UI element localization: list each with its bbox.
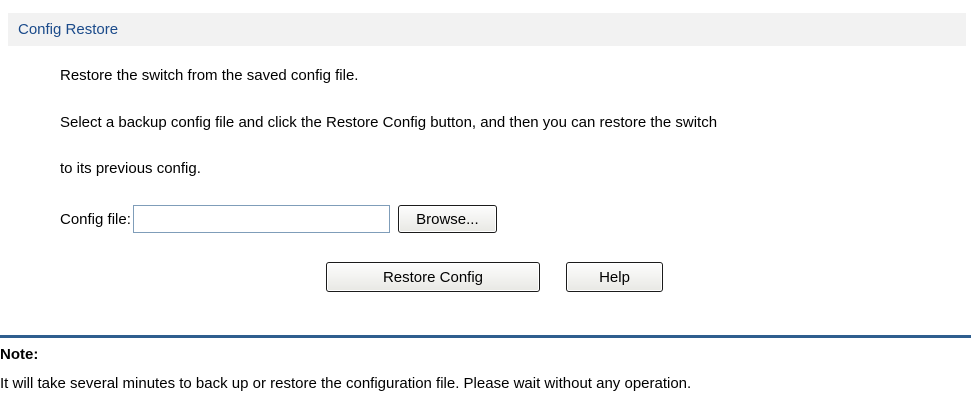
description-line-1: Restore the switch from the saved config… [60, 67, 359, 84]
config-file-row: Config file: Browse... [60, 202, 497, 236]
config-file-label: Config file: [60, 210, 131, 228]
description-line-3: to its previous config. [60, 160, 201, 177]
browse-button[interactable]: Browse... [397, 205, 497, 233]
section-title: Config Restore [18, 21, 119, 38]
help-button[interactable]: Help [566, 262, 663, 292]
divider [0, 335, 971, 338]
description-line-2: Select a backup config file and click th… [60, 114, 718, 131]
note-title: Note: [0, 346, 39, 363]
config-file-input[interactable] [132, 205, 390, 233]
section-header: Config Restore [8, 13, 966, 46]
restore-config-button[interactable]: Restore Config [326, 262, 540, 292]
note-text: It will take several minutes to back up … [0, 375, 692, 392]
